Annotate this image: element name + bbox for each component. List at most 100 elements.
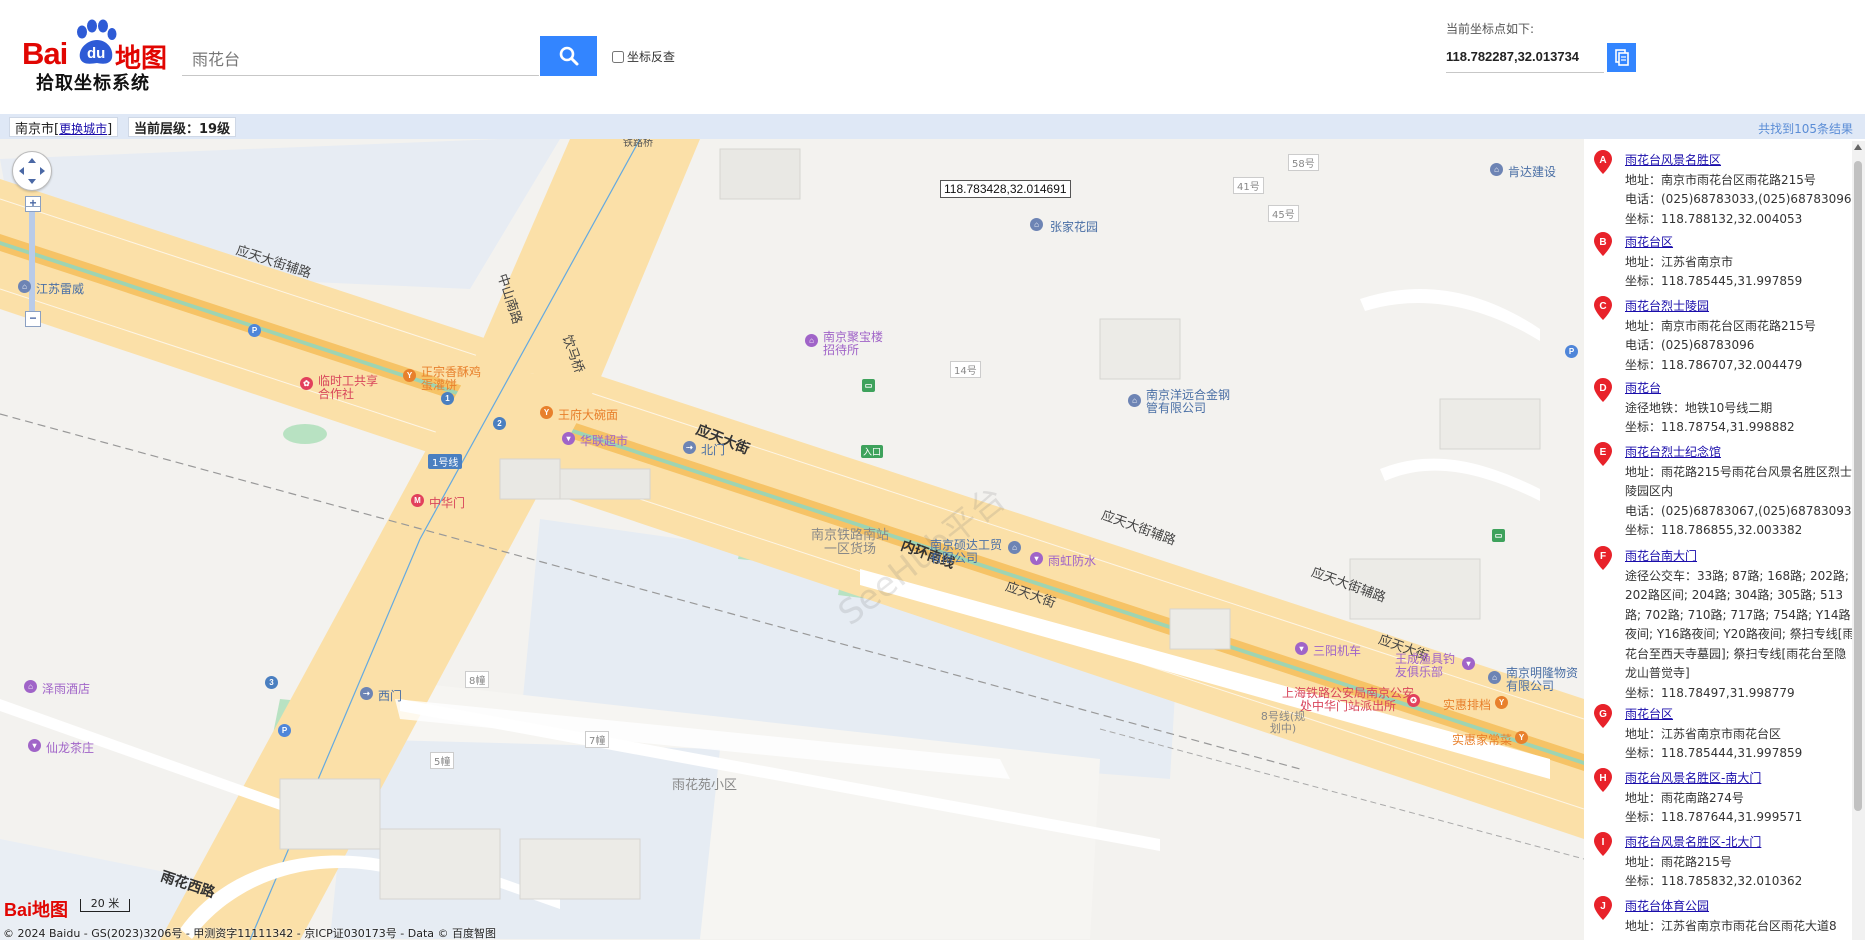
map-marker-icon[interactable]: I: [1594, 832, 1612, 856]
restaurant-icon[interactable]: Y: [540, 406, 553, 419]
shop-icon[interactable]: ▾: [562, 432, 575, 445]
zoom-slider-handle[interactable]: [25, 206, 41, 212]
restaurant-icon[interactable]: Y: [1515, 731, 1528, 744]
map-marker-icon[interactable]: J: [1594, 896, 1612, 920]
map-canvas[interactable]: + − 118.783428,32.014691 SeeHub平台 应天大街 应…: [0, 139, 1584, 940]
shop-icon[interactable]: ▾: [1462, 657, 1475, 670]
copy-button[interactable]: [1607, 43, 1636, 72]
current-coord-value[interactable]: 118.782287,32.013734: [1446, 49, 1579, 64]
map-marker-icon[interactable]: F: [1594, 546, 1612, 570]
gate-icon[interactable]: ⇢: [360, 687, 373, 700]
zoom-track[interactable]: [29, 211, 35, 316]
result-title-link[interactable]: 雨花台烈士陵园: [1625, 297, 1855, 317]
result-title-link[interactable]: 雨花台南大门: [1625, 547, 1855, 567]
parking-icon[interactable]: P: [248, 324, 261, 337]
poi-icon[interactable]: ⌂: [18, 280, 31, 293]
search-box: [182, 38, 539, 76]
restaurant-icon[interactable]: Y: [1495, 696, 1508, 709]
search-button[interactable]: [540, 36, 597, 76]
poi-icon[interactable]: ⌂: [1030, 218, 1043, 231]
map-marker-icon[interactable]: A: [1594, 150, 1612, 174]
map-marker-icon[interactable]: D: [1594, 378, 1612, 402]
poi-label[interactable]: 肯达建设: [1508, 163, 1556, 180]
building-label: 58号: [1288, 154, 1319, 171]
map-marker-icon[interactable]: B: [1594, 232, 1612, 256]
poi-label[interactable]: 华联超市: [580, 432, 628, 449]
zoom-out-button[interactable]: −: [25, 311, 41, 327]
poi-label[interactable]: 南京硕达工贸有限公司: [930, 539, 1010, 565]
entrance-label[interactable]: 入口: [861, 445, 884, 458]
poi-label[interactable]: 王府大碗面: [558, 406, 618, 423]
building-label: 8幢: [465, 671, 490, 688]
poi-label[interactable]: 三阳机车: [1313, 642, 1361, 659]
map-marker-icon[interactable]: H: [1594, 768, 1612, 792]
scroll-up-icon[interactable]: [1854, 144, 1862, 150]
pan-control[interactable]: [12, 151, 52, 191]
map-marker-icon[interactable]: G: [1594, 704, 1612, 728]
poi-icon[interactable]: ⌂: [1008, 541, 1021, 554]
results-panel: A 雨花台风景名胜区 地址：南京市雨花台区雨花路215号 电话：(025)687830…: [1586, 139, 1865, 940]
results-count: 共找到105条结果: [1758, 122, 1853, 136]
result-title-link[interactable]: 雨花台区: [1625, 233, 1855, 253]
metro-exit-label[interactable]: 3: [265, 676, 278, 689]
result-detail: 坐标：118.785832,32.010362: [1625, 874, 1803, 888]
result-title-link[interactable]: 雨花台烈士纪念馆: [1625, 443, 1855, 463]
poi-icon[interactable]: ⌂: [1488, 671, 1501, 684]
result-title-link[interactable]: 雨花台: [1625, 379, 1855, 399]
map-marker-icon[interactable]: E: [1594, 442, 1612, 466]
building-label: 14号: [950, 361, 981, 378]
result-title-link[interactable]: 雨花台风景名胜区-北大门: [1625, 833, 1855, 853]
result-title-link[interactable]: 雨花台区: [1625, 705, 1855, 725]
poi-label[interactable]: 江苏雷威: [36, 280, 84, 297]
poi-icon[interactable]: ⌂: [1128, 394, 1141, 407]
poi-label[interactable]: 实惠排档: [1443, 696, 1491, 713]
poi-label[interactable]: 南京明隆物资有限公司: [1506, 667, 1584, 693]
scale-bar: 20 米: [80, 898, 130, 912]
logo-du: du: [87, 45, 105, 62]
restaurant-icon[interactable]: Y: [403, 369, 416, 382]
poi-label[interactable]: 张家花园: [1050, 218, 1098, 235]
poi-label[interactable]: 王成渔具钓友俱乐部: [1395, 653, 1465, 679]
result-detail: 电话：(025)68783096: [1625, 338, 1755, 352]
poi-label[interactable]: 仙龙茶庄: [46, 739, 94, 756]
poi-label[interactable]: 中华门: [429, 494, 465, 511]
hotel-icon[interactable]: ⌂: [24, 680, 37, 693]
parking-icon[interactable]: P: [1565, 345, 1578, 358]
poi-label[interactable]: 临时工共享合作社: [318, 375, 388, 401]
marker-letter: F: [1600, 551, 1606, 562]
poi-label[interactable]: 正宗香酥鸡蛋灌饼: [421, 366, 481, 392]
scroll-thumb[interactable]: [1854, 161, 1862, 811]
poi-label[interactable]: 南京洋远合金钢管有限公司: [1146, 389, 1236, 415]
baidu-map-logo[interactable]: Bai du 地图 拾取坐标系统: [22, 18, 167, 94]
map-marker-icon[interactable]: C: [1594, 296, 1612, 320]
result-title-link[interactable]: 雨花台体育公园: [1625, 897, 1855, 917]
reverse-lookup[interactable]: 坐标反查: [612, 48, 675, 65]
poi-label[interactable]: 北门: [701, 441, 725, 458]
metro-exit-label[interactable]: 2: [493, 417, 506, 430]
poi-label[interactable]: 南京聚宝楼招待所: [823, 331, 883, 357]
poi-label[interactable]: 雨虹防水: [1048, 552, 1096, 569]
marker-letter: A: [1599, 155, 1606, 166]
shop-icon[interactable]: ▾: [1295, 642, 1308, 655]
result-title-link[interactable]: 雨花台风景名胜区: [1625, 151, 1855, 171]
poi-label[interactable]: 实惠家常菜: [1452, 731, 1512, 748]
results-scrollbar[interactable]: [1852, 141, 1865, 940]
change-city-link[interactable]: 更换城市: [59, 122, 107, 136]
search-input[interactable]: [190, 44, 534, 72]
shop-icon[interactable]: ▾: [28, 739, 41, 752]
metro-exit-label[interactable]: 1: [441, 392, 454, 405]
police-icon[interactable]: ✪: [1407, 694, 1420, 707]
metro-station-icon[interactable]: M: [411, 494, 424, 507]
poi-icon[interactable]: ✿: [300, 377, 313, 390]
bus-stop-icon[interactable]: ▭: [1492, 529, 1505, 542]
hotel-icon[interactable]: ⌂: [805, 334, 818, 347]
shop-icon[interactable]: ▾: [1030, 552, 1043, 565]
poi-label[interactable]: 泽雨酒店: [42, 680, 90, 697]
poi-label[interactable]: 西门: [378, 687, 402, 704]
gate-icon[interactable]: ⇢: [683, 441, 696, 454]
bus-stop-icon[interactable]: ▭: [862, 379, 875, 392]
reverse-lookup-checkbox[interactable]: [612, 50, 624, 63]
result-title-link[interactable]: 雨花台风景名胜区-南大门: [1625, 769, 1855, 789]
parking-icon[interactable]: P: [278, 724, 291, 737]
poi-icon[interactable]: ⌂: [1490, 163, 1503, 176]
